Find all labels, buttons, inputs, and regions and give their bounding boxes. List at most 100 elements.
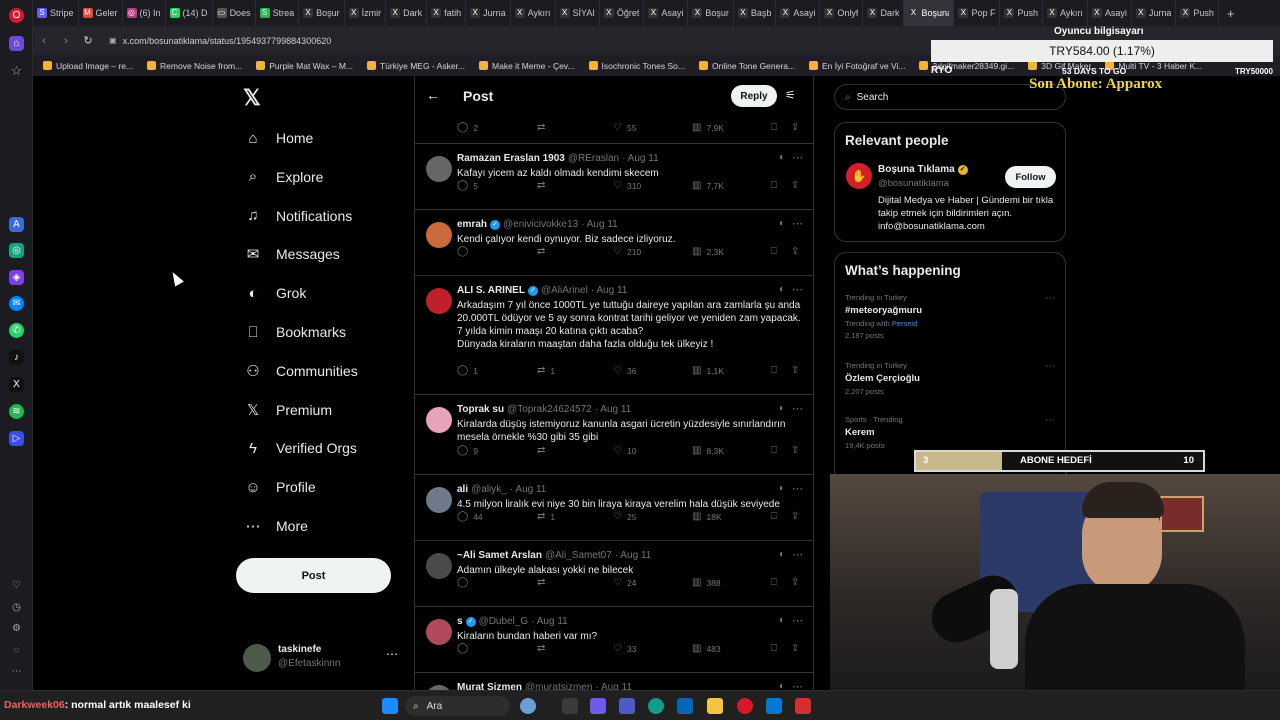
nav-item-bookmarks[interactable]: ⎕ Bookmarks <box>244 318 346 346</box>
trend-item[interactable]: Trending in Turkey Özlem Çerçioğlu 2,207 p… <box>845 361 1057 396</box>
chatgpt-icon[interactable]: ◎ <box>9 243 24 258</box>
more-dots-icon[interactable]: ⋯ <box>386 647 398 661</box>
taskbar-search[interactable]: ⌕ Ara <box>405 696 510 716</box>
nav-item-messages[interactable]: ✉ Messages <box>244 240 340 268</box>
tweet-author[interactable]: Ramazan Eraslan 1903 <box>457 153 565 164</box>
nav-item-explore[interactable]: ⌕ Explore <box>244 163 324 191</box>
more-dots-icon[interactable]: ⋯ <box>792 614 803 627</box>
back-arrow-icon[interactable]: ← <box>426 87 440 103</box>
bookmark-item[interactable]: Isochronic Tones So... <box>588 61 685 71</box>
tweet-author[interactable]: Toprak su <box>457 404 504 415</box>
reply-button[interactable]: Reply <box>731 85 777 107</box>
tweet-date[interactable]: · Aug 11 <box>531 616 568 627</box>
tweet-handle[interactable]: @enivicivokke13 <box>503 219 578 230</box>
more-dots-icon[interactable]: ⋯ <box>792 151 803 164</box>
url-field[interactable]: ▣ x.com/bosunatiklama/status/19549377998… <box>109 36 331 46</box>
repost-action[interactable]: ⇄ 1 <box>537 511 555 522</box>
browser-tab[interactable]: X Başb <box>734 0 777 26</box>
person-name-row[interactable]: Boşuna Tıklama ✓ <box>878 164 968 175</box>
home-icon[interactable]: ⌂ <box>9 36 24 51</box>
like-action[interactable]: ♡ 55 <box>613 122 636 133</box>
player-icon[interactable]: ▷ <box>9 431 24 446</box>
browser-tab[interactable]: S Strea <box>256 0 300 26</box>
star-icon[interactable]: ☆ <box>9 63 24 78</box>
like-action[interactable]: ♡ 24 <box>613 577 636 588</box>
browser-tab[interactable]: X Aykırı <box>1043 0 1088 26</box>
post-button[interactable]: Post <box>236 558 391 593</box>
avatar[interactable] <box>426 288 452 314</box>
like-action[interactable]: ♡ 10 <box>613 445 636 456</box>
tweet-handle[interactable]: @AliArinel <box>541 285 588 296</box>
reply-action[interactable]: ◯ <box>457 577 473 588</box>
repost-action[interactable]: ⇄ <box>537 180 550 191</box>
heart-icon[interactable]: ♡ <box>9 578 24 593</box>
grok-icon[interactable]: ◐ <box>779 615 785 626</box>
bookmark-action[interactable]: ⎕ <box>771 577 777 588</box>
windows-start-icon[interactable] <box>382 698 398 714</box>
avatar[interactable] <box>426 619 452 645</box>
more-dots-icon[interactable]: ⋯ <box>792 548 803 561</box>
browser-tab[interactable]: X Dark <box>863 0 905 26</box>
opera-logo-icon[interactable]: O <box>9 8 24 23</box>
reply-action[interactable]: ◯ 2 <box>457 122 478 133</box>
widget-icon[interactable] <box>520 698 536 714</box>
repost-action[interactable]: ⇄ <box>537 445 550 456</box>
nav-item-verified-orgs[interactable]: ϟ Verified Orgs <box>244 434 357 462</box>
tweet-author[interactable]: ~Ali Samet Arslan <box>457 550 542 561</box>
avatar[interactable] <box>426 553 452 579</box>
forward-arrow-icon[interactable]: › <box>55 35 77 47</box>
bookmark-action[interactable]: ⎕ <box>771 445 777 456</box>
more-dots-icon[interactable]: ⋯ <box>1045 293 1055 304</box>
bookmark-item[interactable]: Purple Mat Wax – M... <box>256 61 353 71</box>
trend-related-link[interactable]: Perseid <box>892 319 917 328</box>
settings-icon[interactable]: ⚙ <box>9 621 24 636</box>
browser-tab[interactable]: X Öğret <box>600 0 645 26</box>
reply-tweet[interactable]: Murat Sizmen@muratsizmen· Aug 11◐⋯◯⇄♡▥⎕⇪ <box>415 672 813 690</box>
share-action[interactable]: ⇪ <box>791 445 799 456</box>
tweet-handle[interactable]: @REraslan <box>568 153 619 164</box>
extension-icon[interactable]: ◈ <box>9 270 24 285</box>
like-action[interactable]: ♡ 36 <box>613 365 636 376</box>
grok-icon[interactable]: ◐ <box>779 681 785 690</box>
share-action[interactable]: ⇪ <box>791 577 799 588</box>
views-action[interactable]: ▥ 2,3K <box>692 246 724 257</box>
reply-action[interactable]: ◯ <box>457 246 473 257</box>
browser-tab[interactable]: X Asayi <box>1088 0 1132 26</box>
nav-item-more[interactable]: ⋯ More <box>244 512 308 540</box>
reply-action[interactable]: ◯ 1 <box>457 365 478 376</box>
tiktok-icon[interactable]: ♪ <box>9 350 24 365</box>
views-action[interactable]: ▥ 483 <box>692 643 721 654</box>
tweet-handle[interactable]: @Toprak24624572 <box>507 404 592 415</box>
tweet-author[interactable]: Murat Sizmen <box>457 682 522 690</box>
task-view-icon[interactable] <box>562 698 578 714</box>
more-dots-icon[interactable]: ⋯ <box>792 482 803 495</box>
share-action[interactable]: ⇪ <box>791 511 799 522</box>
bookmark-item[interactable]: Online Tone Genera... <box>699 61 795 71</box>
repost-action[interactable]: ⇄ 1 <box>537 365 555 376</box>
views-action[interactable]: ▥ 7,9K <box>692 122 724 133</box>
browser-tab[interactable]: X Pop F <box>954 0 1001 26</box>
nav-item-communities[interactable]: ⚇ Communities <box>244 357 357 385</box>
tweet-date[interactable]: · Aug 11 <box>595 682 632 690</box>
tweet-handle[interactable]: @muratsizmen <box>525 682 592 690</box>
nav-item-grok[interactable]: ◐ Grok <box>244 279 306 307</box>
spotify-icon[interactable]: ≋ <box>9 404 24 419</box>
views-action[interactable]: ▥ 18K <box>692 511 722 522</box>
browser-tab[interactable]: X Aykırı <box>511 0 556 26</box>
tweet-date[interactable]: · Aug 11 <box>595 404 632 415</box>
browser-tab[interactable]: Xfatih <box>427 0 467 26</box>
reload-icon[interactable]: ↻ <box>77 34 99 47</box>
reply-tweet[interactable]: Ramazan Eraslan 1903 @REraslan · Aug 11 ◐ ⋯ K… <box>415 143 813 209</box>
share-action[interactable]: ⇪ <box>791 180 799 191</box>
tweet-author[interactable]: ali <box>457 484 468 495</box>
reply-tweet[interactable]: ALI S. ARINEL ✓ @AliArinel · Aug 11 ◐ ⋯ Arkada… <box>415 275 813 394</box>
tweet-author[interactable]: s <box>457 616 463 627</box>
more-dots-icon[interactable]: ⋯ <box>792 402 803 415</box>
trend-item[interactable]: Trending in Turkey #meteoryağmuru Trending… <box>845 293 1057 340</box>
grok-icon[interactable]: ◐ <box>779 483 785 494</box>
views-action[interactable]: ▥ 388 <box>692 577 721 588</box>
tweet-date[interactable]: · Aug 11 <box>591 285 628 296</box>
nav-item-notifications[interactable]: ♫ Notifications <box>244 202 352 230</box>
browser-tab[interactable]: ▭ Does <box>213 0 256 26</box>
aria-icon[interactable]: A <box>9 217 24 232</box>
